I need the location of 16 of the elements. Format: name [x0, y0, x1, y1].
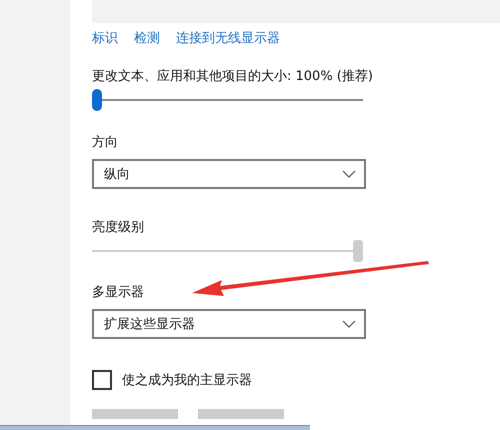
link[interactable]: 连接到无线显示器: [176, 31, 280, 47]
multiple-displays-label: 多显示器: [92, 285, 145, 301]
scale-label: 更改文本、应用和其他项目的大小: 100% (推荐): [92, 69, 374, 85]
checkbox-label: 使之成为我的主显示器: [122, 372, 252, 389]
button[interactable]: [92, 409, 178, 419]
slider-thumb[interactable]: [92, 89, 102, 111]
chevron-down-icon: [342, 320, 356, 328]
chevron-down-icon: [342, 170, 356, 178]
checkbox[interactable]: [92, 370, 112, 390]
link[interactable]: 标识: [92, 31, 118, 47]
multiple-displays-dropdown[interactable]: 扩展这些显示器: [92, 309, 366, 339]
orientation-dropdown[interactable]: 纵向: [92, 159, 366, 189]
button[interactable]: [198, 409, 284, 419]
link[interactable]: 检测: [134, 31, 160, 47]
brightness-label: 亮度级别: [92, 220, 145, 236]
orientation-label: 方向: [92, 135, 119, 151]
